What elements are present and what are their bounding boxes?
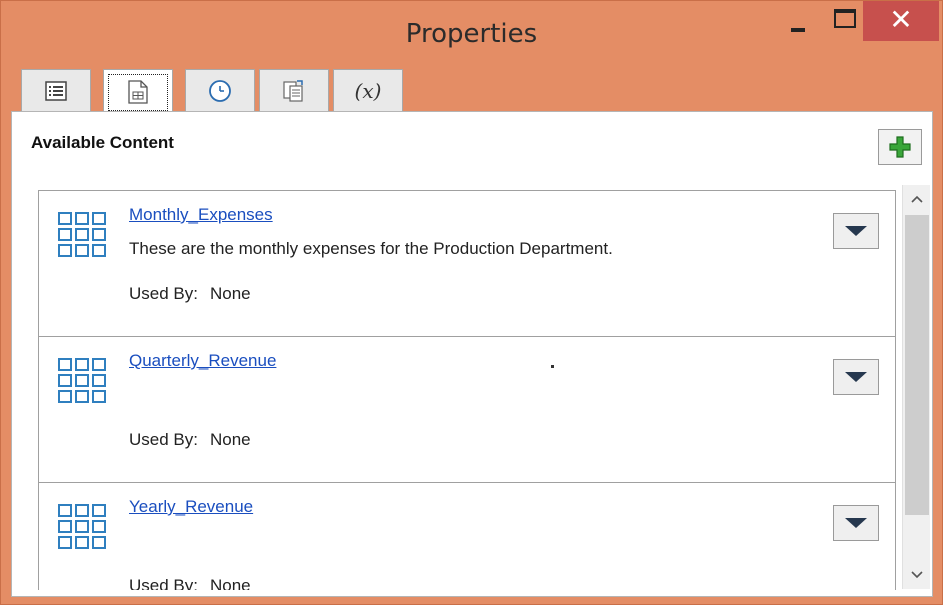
scroll-down-button[interactable] xyxy=(903,561,931,589)
caret-down-icon xyxy=(845,372,867,382)
tab-table[interactable] xyxy=(103,69,173,113)
caret-down-icon xyxy=(845,518,867,528)
used-by-label: Used By: xyxy=(129,284,198,303)
used-by-label: Used By: xyxy=(129,430,198,449)
item-menu-button[interactable] xyxy=(833,359,879,395)
content-name-link[interactable]: Yearly_Revenue xyxy=(129,497,253,517)
stray-dot xyxy=(551,365,554,368)
add-content-button[interactable] xyxy=(878,129,922,165)
caret-down-icon xyxy=(845,226,867,236)
chevron-up-icon xyxy=(911,195,923,203)
used-by: Used By: None xyxy=(129,430,251,450)
focus-rectangle xyxy=(108,74,168,111)
used-by-value: None xyxy=(209,430,251,449)
plus-icon xyxy=(889,136,911,158)
tab-strip: (x) xyxy=(11,69,933,113)
tab-schedule[interactable] xyxy=(185,69,255,111)
title-bar[interactable]: Properties ✕ xyxy=(1,1,942,65)
panel-title: Available Content xyxy=(31,133,174,152)
item-menu-button[interactable] xyxy=(833,505,879,541)
clock-icon xyxy=(209,79,231,102)
used-by-label: Used By: xyxy=(129,576,198,590)
grid-icon xyxy=(58,504,106,549)
used-by-value: None xyxy=(209,576,251,590)
scroll-thumb[interactable] xyxy=(905,215,929,515)
properties-window: Properties ✕ (x) Available Content Month… xyxy=(0,0,943,605)
list-icon xyxy=(45,80,67,101)
minimize-button[interactable] xyxy=(779,1,819,41)
close-button[interactable]: ✕ xyxy=(863,1,939,41)
tab-variables[interactable]: (x) xyxy=(333,69,403,111)
data-transfer-icon xyxy=(283,79,303,102)
list-item[interactable]: Quarterly_Revenue Used By: None xyxy=(39,337,895,483)
vertical-scrollbar[interactable] xyxy=(902,185,930,589)
used-by: Used By: None xyxy=(129,284,251,304)
scroll-up-button[interactable] xyxy=(903,185,931,213)
tab-list[interactable] xyxy=(21,69,91,111)
list-item[interactable]: Yearly_Revenue Used By: None xyxy=(39,483,895,590)
tab-data-transfer[interactable] xyxy=(259,69,329,111)
grid-icon xyxy=(58,358,106,403)
content-name-link[interactable]: Monthly_Expenses xyxy=(129,205,273,225)
variable-icon: (x) xyxy=(354,78,382,103)
item-menu-button[interactable] xyxy=(833,213,879,249)
list-item[interactable]: Monthly_Expenses These are the monthly e… xyxy=(39,191,895,337)
content-name-link[interactable]: Quarterly_Revenue xyxy=(129,351,276,371)
maximize-button[interactable] xyxy=(823,1,863,41)
used-by-value: None xyxy=(209,284,251,303)
used-by: Used By: None xyxy=(129,576,251,590)
content-list: Monthly_Expenses These are the monthly e… xyxy=(38,190,896,590)
content-description: These are the monthly expenses for the P… xyxy=(129,239,613,258)
chevron-down-icon xyxy=(911,571,923,579)
grid-icon xyxy=(58,212,106,257)
